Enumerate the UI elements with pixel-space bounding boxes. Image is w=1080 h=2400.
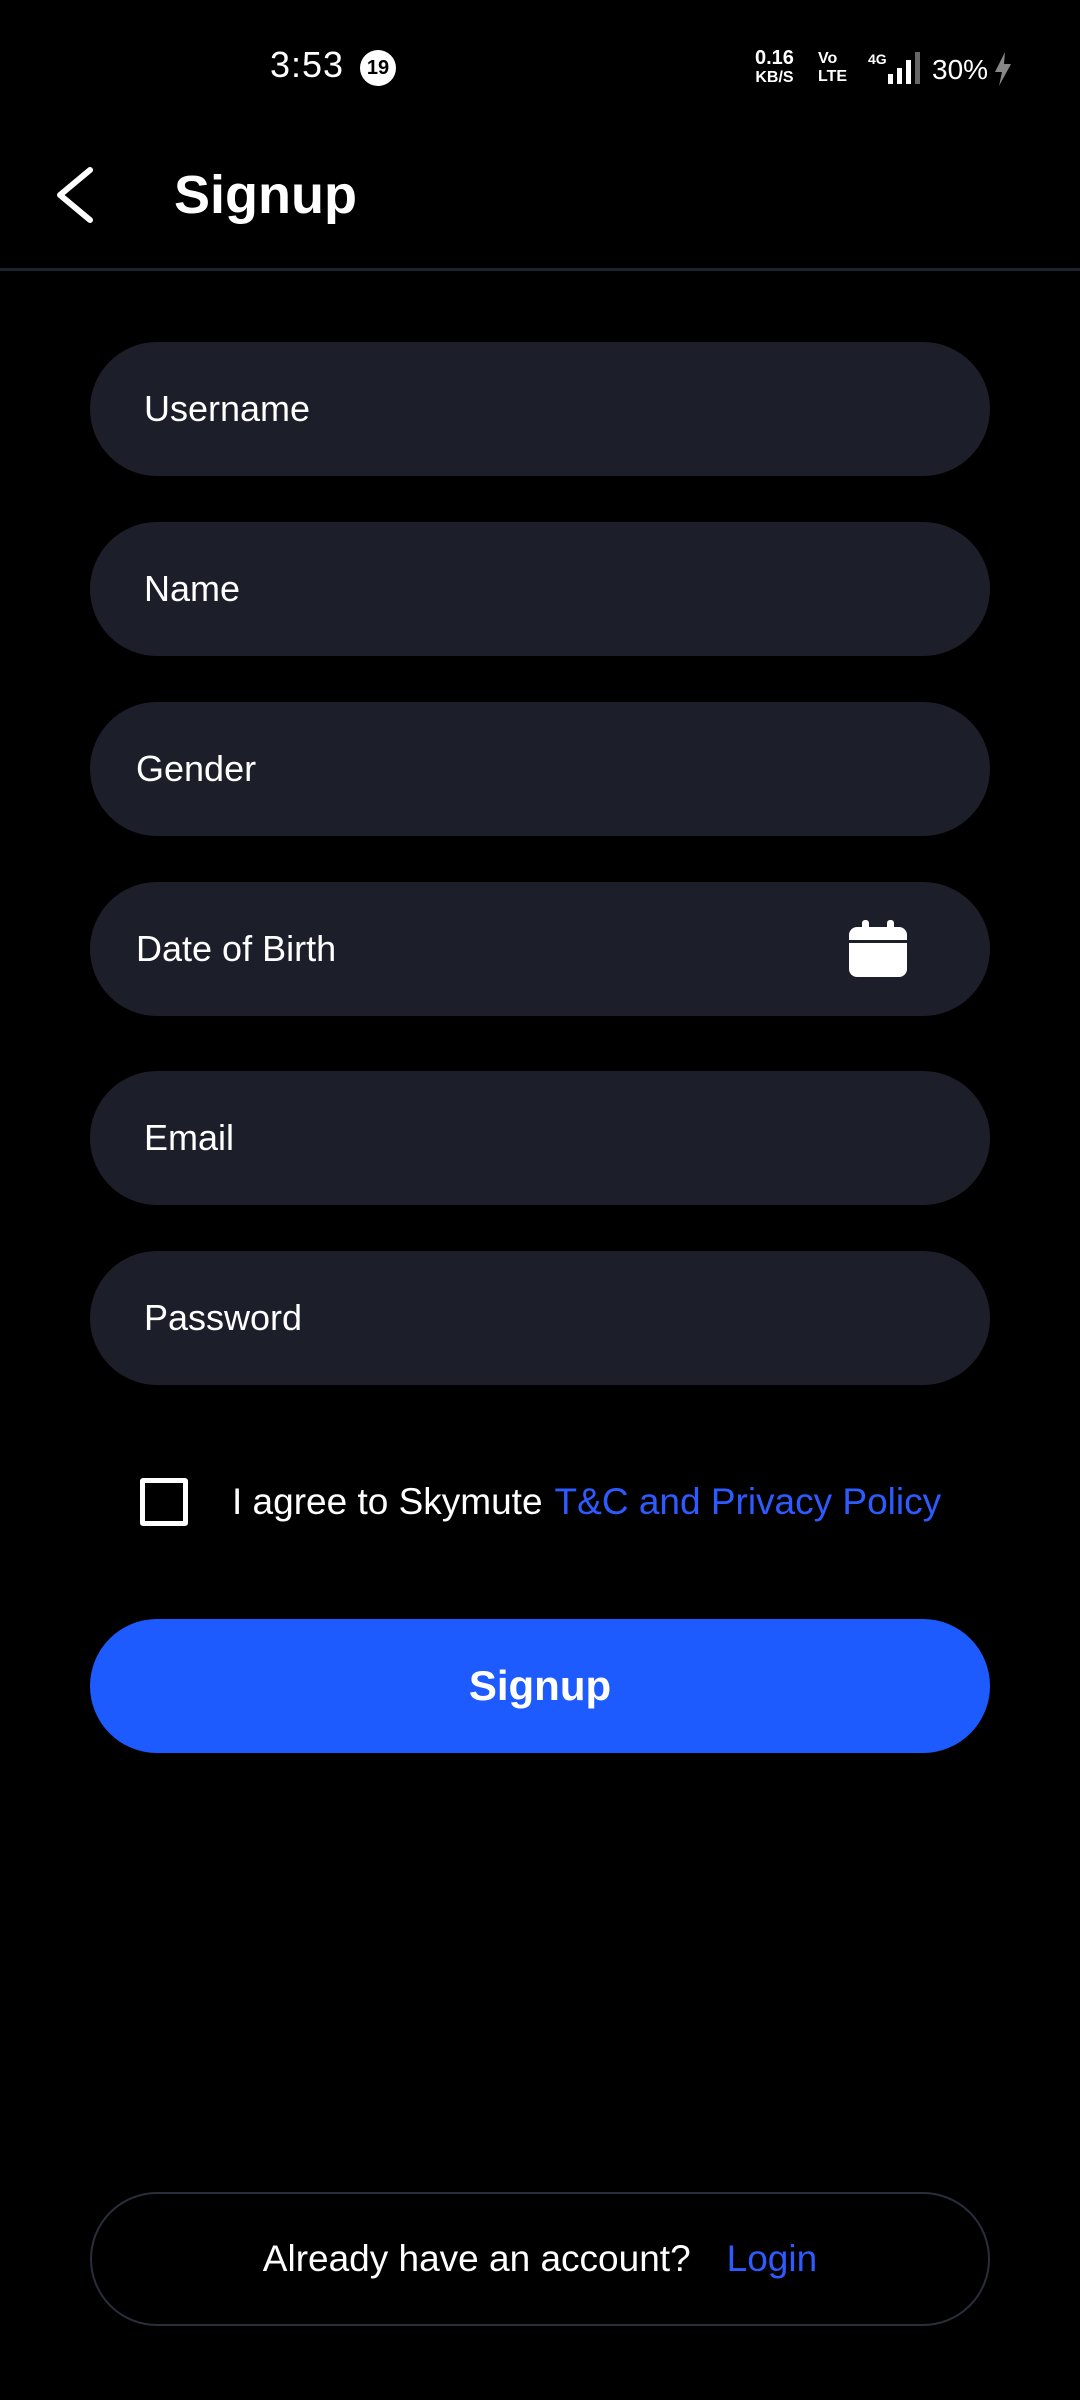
- gender-label: Gender: [136, 748, 257, 789]
- calendar-icon[interactable]: [848, 920, 908, 978]
- password-input[interactable]: [142, 1250, 990, 1386]
- login-link[interactable]: Login: [727, 2238, 818, 2280]
- status-time: 3:53: [270, 44, 345, 85]
- username-input[interactable]: [142, 341, 990, 477]
- back-arrow-icon: [57, 167, 93, 223]
- terms-checkbox[interactable]: [140, 1478, 188, 1526]
- battery-level: 30%: [932, 54, 989, 85]
- login-question: Already have an account?: [262, 2238, 691, 2279]
- name-field[interactable]: [90, 521, 990, 657]
- gender-select[interactable]: Gender: [90, 702, 990, 836]
- charging-icon: [995, 52, 1011, 86]
- notification-count-badge: 19: [360, 50, 396, 86]
- network-speed-value: 0.16: [755, 47, 794, 69]
- network-speed-unit: KB/S: [755, 69, 794, 86]
- terms-text: I agree to Skymute: [232, 1481, 543, 1522]
- volte-icon: Vo LTE: [818, 50, 847, 86]
- date-of-birth-field[interactable]: Date of Birth: [90, 882, 990, 1016]
- password-field[interactable]: [90, 1250, 990, 1386]
- email-field[interactable]: [90, 1070, 990, 1206]
- terms-agreement-row: I agree to Skymute T&C and Privacy Polic…: [140, 1472, 941, 1532]
- network-type: 4G: [868, 51, 887, 67]
- signup-button[interactable]: Signup: [90, 1619, 990, 1753]
- app-header: Signup: [0, 136, 1080, 271]
- volte-top: Vo: [818, 50, 838, 67]
- network-speed: 0.16 KB/S: [755, 48, 794, 88]
- email-input[interactable]: [142, 1070, 990, 1206]
- status-bar: 3:53 19 0.16 KB/S Vo LTE 4G 30%: [0, 0, 1080, 136]
- name-input[interactable]: [142, 521, 990, 657]
- username-field[interactable]: [90, 341, 990, 477]
- date-of-birth-label: Date of Birth: [136, 928, 337, 969]
- signal-icon: 4G: [868, 51, 920, 84]
- back-button[interactable]: [40, 160, 110, 230]
- page-title: Signup: [174, 165, 357, 225]
- login-prompt: Already have an account? Login: [90, 2192, 990, 2326]
- volte-bottom: LTE: [818, 68, 848, 85]
- terms-privacy-link[interactable]: T&C and Privacy Policy: [555, 1481, 942, 1523]
